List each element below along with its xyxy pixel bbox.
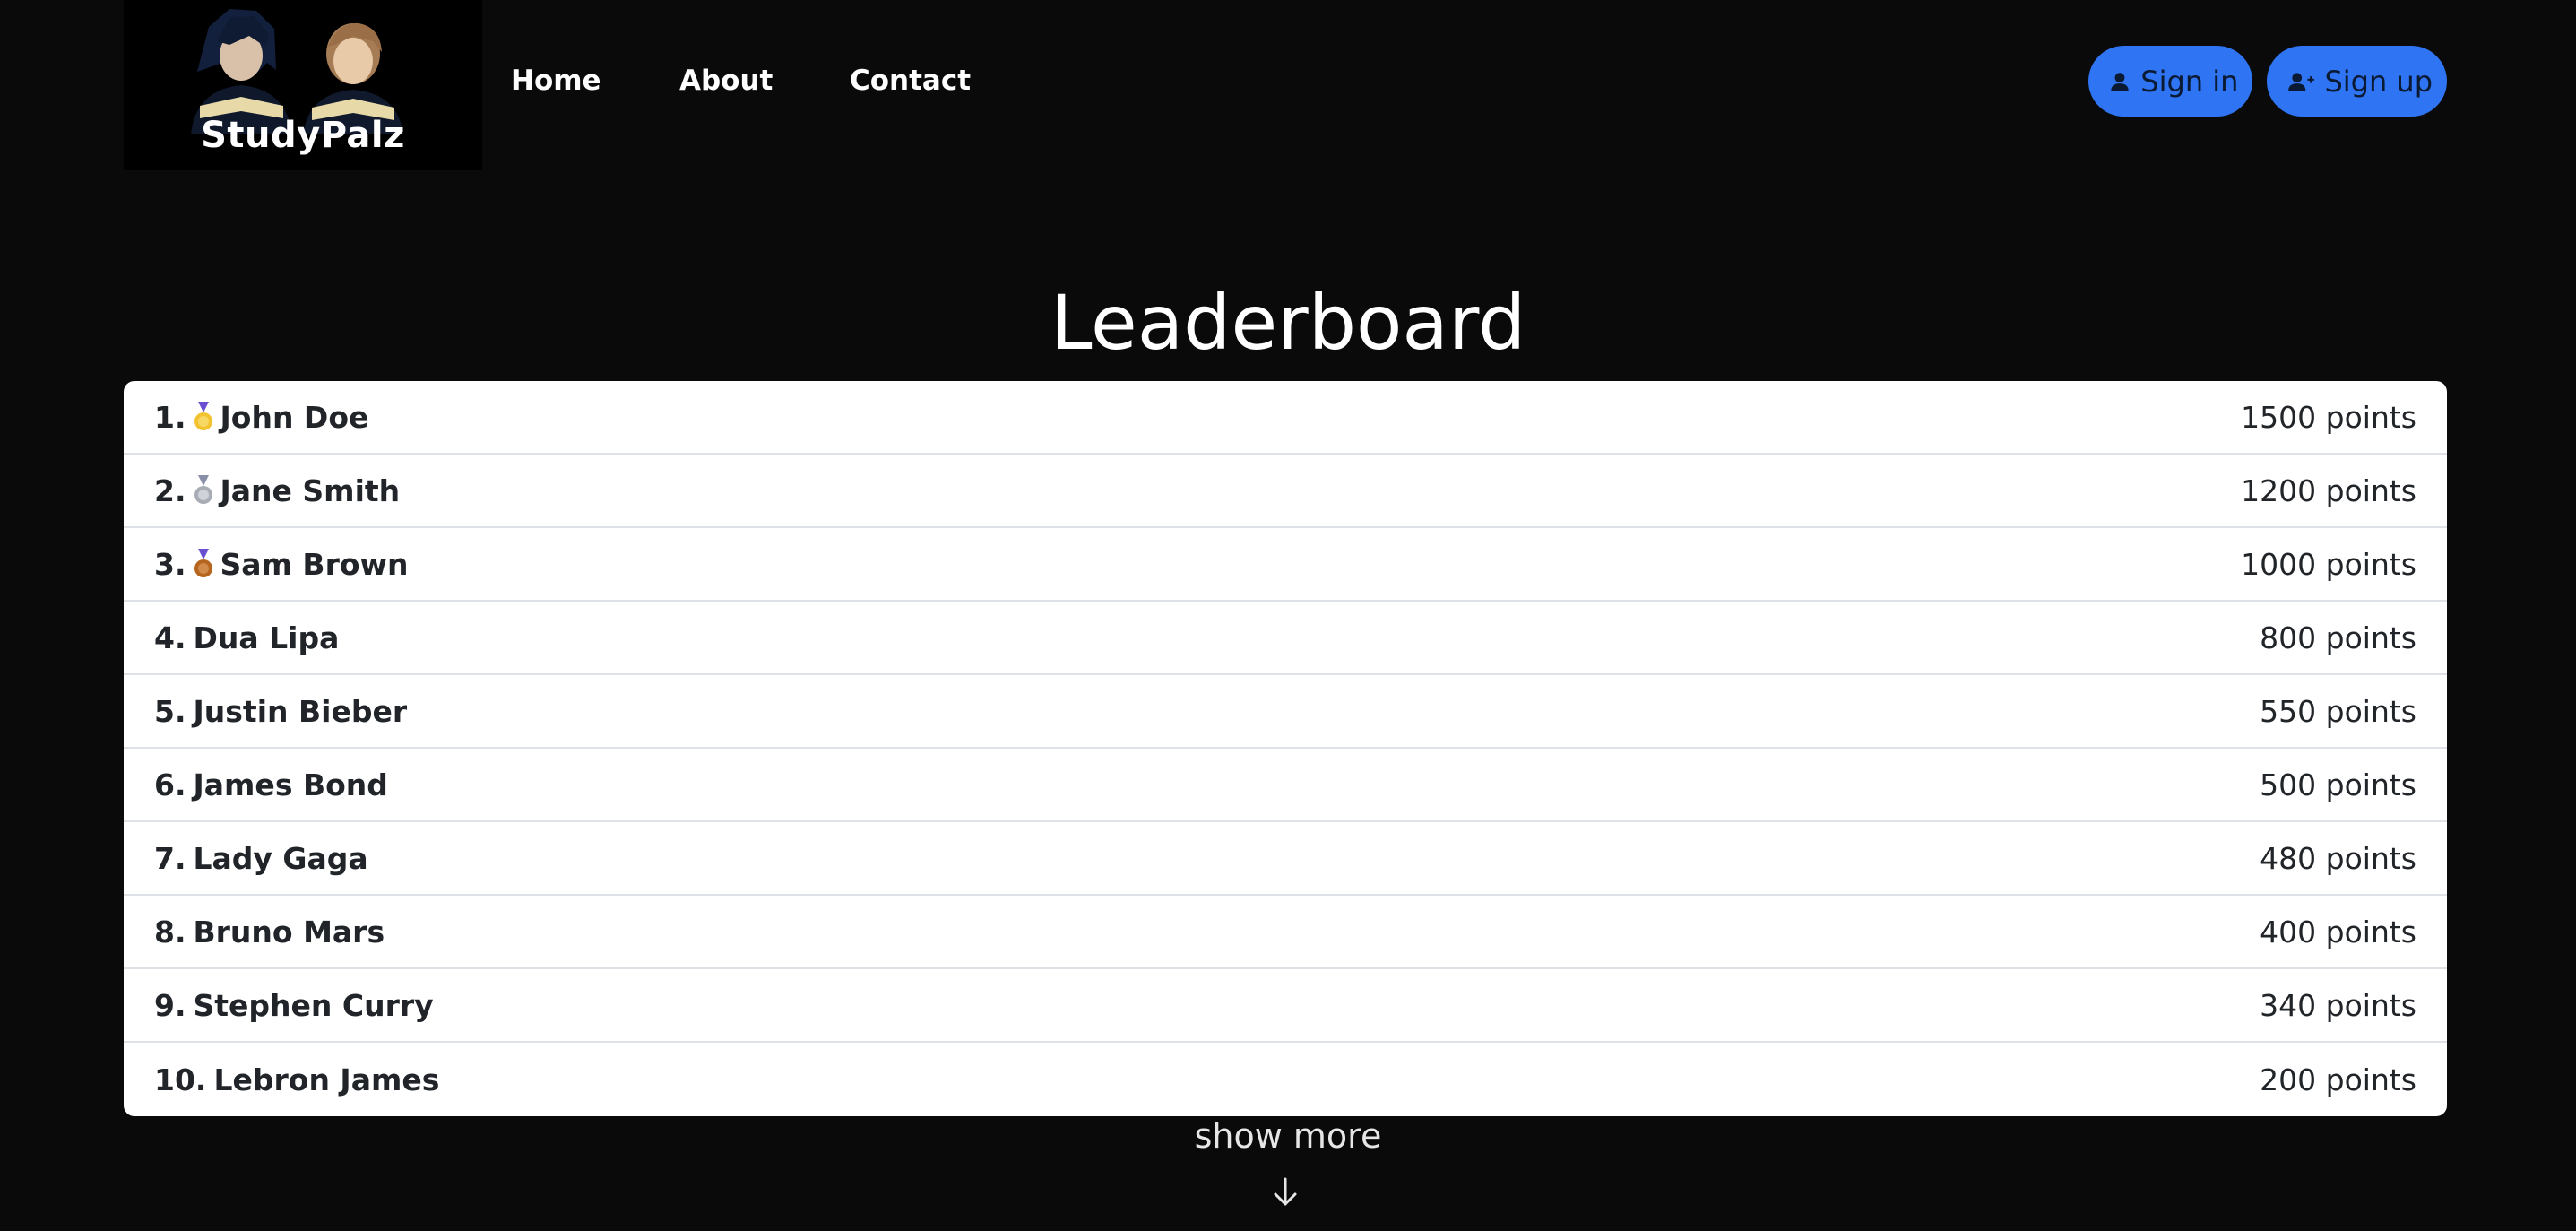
rank: 3. [154,546,186,582]
user-plus-icon [2286,70,2315,93]
player-points: 400 points [2260,914,2416,949]
leaderboard-row-6: 6. James Bond 500 points [124,749,2447,822]
page-title: Leaderboard [1050,279,1526,367]
leaderboard-row-8: 8. Bruno Mars 400 points [124,896,2447,969]
rank: 6. [154,767,186,802]
show-more-button[interactable]: show more [0,1116,2576,1156]
bronze-medal-icon [194,549,213,579]
player-points: 1000 points [2241,546,2416,582]
leaderboard-row-1: 1. John Doe 1500 points [124,381,2447,455]
player-points: 480 points [2260,840,2416,876]
main-nav: Home About Contact [511,63,971,99]
leaderboard-row-2: 2. Jane Smith 1200 points [124,455,2447,528]
leaderboard-row-3: 3. Sam Brown 1000 points [124,528,2447,602]
nav-contact-link[interactable]: Contact [850,63,971,99]
player-name: Stephen Curry [193,987,434,1023]
nav-home-link[interactable]: Home [511,63,601,99]
rank: 5. [154,693,186,729]
sign-in-button[interactable]: Sign in [2088,46,2253,117]
leaderboard-list: 1. John Doe 1500 points 2. Jane Smith 12… [124,381,2447,1116]
rank: 8. [154,914,186,949]
rank: 7. [154,840,186,876]
gold-medal-icon [194,402,213,432]
player-name: Lady Gaga [193,840,368,876]
player-points: 500 points [2260,767,2416,802]
player-points: 550 points [2260,693,2416,729]
silver-medal-icon [194,475,213,506]
player-points: 340 points [2260,987,2416,1023]
rank: 10. [154,1062,207,1097]
player-points: 800 points [2260,620,2416,655]
studypalz-logo[interactable]: StudyPalz [124,0,482,170]
leaderboard-row-4: 4. Dua Lipa 800 points [124,602,2447,675]
rank: 9. [154,987,186,1023]
sign-in-label: Sign in [2140,64,2239,99]
sign-up-label: Sign up [2324,64,2433,99]
leaderboard-row-7: 7. Lady Gaga 480 points [124,822,2447,896]
player-name: Bruno Mars [193,914,385,949]
auth-buttons: Sign in Sign up [2088,46,2447,117]
player-points: 1500 points [2241,399,2416,435]
sign-up-button[interactable]: Sign up [2267,46,2447,117]
player-points: 200 points [2260,1062,2416,1097]
rank: 4. [154,620,186,655]
leaderboard-row-10: 10. Lebron James 200 points [124,1043,2447,1116]
leaderboard-row-9: 9. Stephen Curry 340 points [124,969,2447,1043]
rank: 1. [154,399,186,435]
page: StudyPalz Home About Contact Sign in Sig… [0,0,2576,1231]
logo-text: StudyPalz [201,115,405,156]
arrow-down-icon[interactable] [1272,1177,1299,1211]
player-points: 1200 points [2241,472,2416,508]
player-name: Justin Bieber [193,693,408,729]
player-name: Dua Lipa [193,620,340,655]
player-name: Lebron James [213,1062,440,1097]
rank: 2. [154,472,186,508]
nav-about-link[interactable]: About [679,63,773,99]
leaderboard-row-5: 5. Justin Bieber 550 points [124,675,2447,749]
player-name: James Bond [193,767,388,802]
player-name: Jane Smith [220,472,401,508]
user-icon [2108,70,2131,93]
player-name: Sam Brown [220,546,409,582]
player-name: John Doe [220,399,369,435]
